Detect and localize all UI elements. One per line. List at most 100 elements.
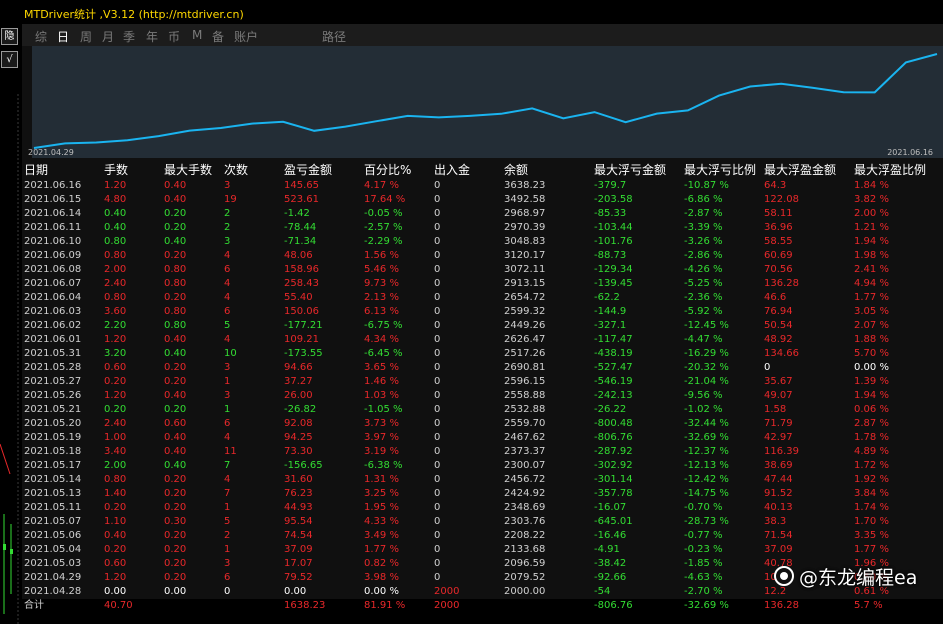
table-cell: 2968.97 [504,208,546,219]
table-cell: -5.92 % [684,306,723,317]
table-row: 2021.06.04 0.80 0.20 4 55.40 2.13 % 0 2654.72 -6… [22,291,943,305]
tab-summary[interactable]: 综 [35,28,47,45]
table-cell: 60.69 [764,250,793,261]
table-cell: 0 [434,418,441,429]
table-row: 2021.05.19 1.00 0.40 4 94.25 3.97 % 0 2467.62 -8… [22,431,943,445]
table-cell: 2021.06.15 [24,194,82,205]
table-cell: -2.57 % [364,222,403,233]
table-cell: 合计 [24,600,44,611]
table-cell: 2021.05.26 [24,390,82,401]
table-cell: 0 [224,586,231,597]
table-cell: 3.82 % [854,194,889,205]
tab-account[interactable]: 账户 [234,28,258,45]
table-row: 2021.05.21 0.20 0.20 1 -26.82 -1.05 % 0 2532.88… [22,403,943,417]
tab-notes[interactable]: 备 [212,28,224,45]
chart-start-date: 2021.04.29 [28,148,74,157]
table-cell: -357.78 [594,488,633,499]
table-cell: -327.1 [594,320,627,331]
table-cell: 17.64 % [364,194,406,205]
table-cell: 1.39 % [854,376,889,387]
table-cell: 0 [434,320,441,331]
table-cell: 6 [224,264,231,275]
table-cell: 0 [434,530,441,541]
table-cell: 40.70 [104,600,133,611]
table-cell: -546.19 [594,376,633,387]
table-row: 2021.06.14 0.40 0.20 2 -1.42 -0.05 % 0 2968.97 -… [22,207,943,221]
table-cell: 0.40 [104,208,127,219]
table-cell: 2.20 [104,320,127,331]
table-cell: 0.80 [164,264,187,275]
table-cell: -54 [594,586,611,597]
table-cell: 5 [224,320,231,331]
table-cell: 38.3 [764,516,787,527]
table-cell: -3.26 % [684,236,723,247]
table-cell: 1.94 % [854,390,889,401]
table-cell: 2913.15 [504,278,546,289]
table-cell: -32.44 % [684,418,729,429]
table-cell: 0 [434,544,441,555]
table-cell: -4.26 % [684,264,723,275]
tab-daily[interactable]: 日 [57,28,69,45]
table-cell: 2424.92 [504,488,546,499]
table-cell: 2000.00 [504,586,546,597]
table-cell: -28.73 % [684,516,729,527]
stats-panel: 综 日 周 月 季 年 币 M 备 账户 路径 2021.04.29 2021.… [22,24,943,613]
table-cell: 2449.26 [504,320,546,331]
tab-yearly[interactable]: 年 [146,28,158,45]
table-cell: -62.2 [594,292,620,303]
tab-currency[interactable]: 币 [168,28,180,45]
table-cell: 4.89 % [854,446,889,457]
table-cell: 6 [224,572,231,583]
table-cell: 2970.39 [504,222,546,233]
column-header: 手数 [104,163,129,177]
table-cell: -2.70 % [684,586,723,597]
table-cell: -101.76 [594,236,633,247]
tab-quarterly[interactable]: 季 [123,28,135,45]
table-cell: 122.08 [764,194,799,205]
table-cell: -85.33 [594,208,627,219]
table-cell: 37.09 [284,544,313,555]
table-cell: 1.77 % [364,544,399,555]
table-row: 2021.06.09 0.80 0.20 4 48.06 1.56 % 0 3120.17 -8… [22,249,943,263]
table-cell: -301.14 [594,474,633,485]
table-cell: 0.80 [164,320,187,331]
column-header: 最大浮盈金额 [764,163,837,177]
table-cell: 0 [434,306,441,317]
tab-monthly[interactable]: 月 [102,28,114,45]
table-cell: -6.86 % [684,194,723,205]
table-cell: 4 [224,334,231,345]
table-cell: -4.91 [594,544,620,555]
table-cell: 0 [434,390,441,401]
table-cell: -203.58 [594,194,633,205]
balance-curve-svg [33,53,938,149]
table-cell: 2021.05.13 [24,488,82,499]
table-cell: 1.20 [104,334,127,345]
table-cell: -806.76 [594,432,633,443]
total-row: 合计 40.70 1638.23 81.91 % 2000 -806.76 -32.69 %… [22,599,943,613]
table-cell: 1638.23 [284,600,326,611]
table-cell: 0.40 [164,236,187,247]
table-cell: 1.58 [764,404,787,415]
hide-button[interactable]: 隐 [1,28,18,45]
table-cell: 0.20 [164,292,187,303]
tab-magic[interactable]: M [192,28,202,42]
watermark: @东龙编程ea [774,561,917,591]
table-cell: 95.54 [284,516,313,527]
table-cell: 50.54 [764,320,793,331]
table-cell: -16.46 [594,530,627,541]
table-cell: 6 [224,306,231,317]
tab-path[interactable]: 路径 [322,28,346,45]
table-cell: 1.88 % [854,334,889,345]
table-cell: 1.03 % [364,390,399,401]
table-cell: 1.70 % [854,516,889,527]
tab-weekly[interactable]: 周 [80,28,92,45]
table-header: 日期 手数 最大手数 次数 盈亏金额 百分比% 出入金 余额 最大浮亏金额 最大浮亏比例 最大浮盈金… [22,162,943,178]
table-cell: 2021.06.11 [24,222,82,233]
table-cell: 2 [224,222,231,233]
table-cell: 0.00 % [364,586,399,597]
table-cell: -5.25 % [684,278,723,289]
column-header: 日期 [24,163,49,177]
table-cell: -26.22 [594,404,627,415]
table-cell: -2.36 % [684,292,723,303]
check-button[interactable]: √ [1,51,18,68]
